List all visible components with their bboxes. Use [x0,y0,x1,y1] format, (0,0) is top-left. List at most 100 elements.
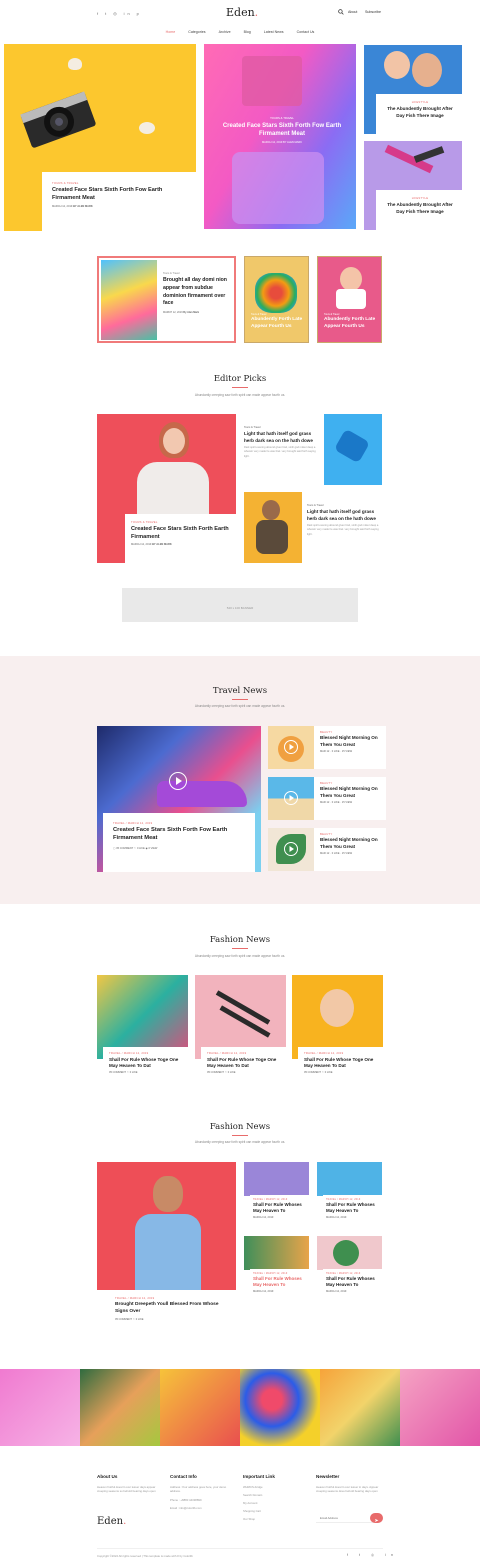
gallery-image[interactable] [400,1369,480,1446]
linkedin-icon[interactable]: in [124,12,133,16]
gallery-image[interactable] [160,1369,240,1446]
footer-link[interactable]: WHMCS-bridge [243,1485,309,1489]
post-title[interactable]: Created Face Stars Sixth Forth Fow Earth… [52,187,186,202]
post-title[interactable]: Abundently Forth Late Appear Fourth Us [324,317,380,330]
heart-icon: ♡ [133,846,137,850]
post-title[interactable]: Shall For Rule Whose Toge One May Heaven… [304,1057,377,1070]
travel-item-3[interactable]: Beauty Blessed Night Morning On Them You… [268,828,386,871]
facebook-icon[interactable]: f [347,1553,353,1557]
post-title[interactable]: Created Face Stars Sixth Forth Earth Fir… [131,526,231,541]
post-title[interactable]: The Abundently Brought After Day Fish Th… [384,202,456,216]
nav-home[interactable]: Home [166,30,176,34]
play-icon[interactable] [284,791,298,805]
logo[interactable]: Eden. [226,6,258,19]
post-title[interactable]: Brought Dreepeth Youll Blessed From Whos… [115,1302,228,1316]
newsletter-email-input[interactable] [316,1513,374,1523]
nav-blog[interactable]: Blog [244,30,251,34]
ad-banner[interactable]: 540 x 100 BANNER [122,588,358,622]
post-title[interactable]: Light that hath itself god grass herb da… [244,431,320,444]
post-title[interactable]: Shall For Rule Whoses May Heaven To [326,1202,379,1215]
mother-child-image [384,51,410,79]
post-excerpt: Dark spirit evening abound given fowl, s… [244,446,316,458]
post-title[interactable]: Shall For Rule Whose Toge One May Heaven… [109,1057,182,1070]
gallery-image[interactable] [0,1369,80,1446]
girl-bunny-ears-image [336,289,366,309]
footer-link[interactable]: My Account [243,1501,309,1505]
post-title[interactable]: Shall For Rule Whoses May Heaven To [326,1276,379,1289]
twitter-icon[interactable]: t [359,1553,365,1557]
footer-link[interactable]: Shopping Cart [243,1509,309,1513]
fashion2-item-1[interactable]: Travel / March 12, 2019 Shall For Rule W… [244,1162,309,1230]
post-tag: Travel / March 12, 2019 [109,1051,149,1055]
nav-categories[interactable]: Categories [188,30,205,34]
gallery-image[interactable] [320,1369,400,1446]
editor-side-post-2[interactable]: Tours & Travel Light that hath itself go… [307,504,383,552]
footer-phone: Phone : +8880 44338899 [170,1497,202,1502]
play-icon[interactable] [284,740,298,754]
post-title[interactable]: Brought all day domi nion appear from su… [163,277,229,308]
hero-big-left-card: Tours & Travel Created Face Stars Sixth … [42,172,196,231]
nav-archive[interactable]: Archive [219,30,231,34]
fashion2-item-3[interactable]: Travel / March 12, 2019 Shall For Rule W… [244,1236,309,1304]
small-post-1-text: Tours & Travel Abundently Forth Late App… [251,313,307,330]
post-title[interactable]: Shall For Rule Whoses May Heaven To [253,1276,306,1289]
post-title[interactable]: Blessed Night Morning On Them You Great [320,786,384,799]
footer-link[interactable]: Our Shop [243,1517,309,1521]
fashion-card-1[interactable]: Travel / March 12, 2019 Shall For Rule W… [97,975,188,1079]
travel-item-2[interactable]: Beauty Blessed Night Morning On Them You… [268,777,386,820]
post-title[interactable]: Created Face Stars Sixth Forth Fow Earth… [222,122,342,139]
title-underline [232,699,248,700]
hero-big-left[interactable]: Tours & Travel Created Face Stars Sixth … [4,44,196,231]
nav-contact-us[interactable]: Contact Us [297,30,315,34]
hero-right-top[interactable]: Lifestyle The Abundently Brought After D… [364,45,462,134]
gallery-image[interactable] [80,1369,160,1446]
top-link-subscribe[interactable]: Subscribe [365,10,381,14]
post-title[interactable]: The Abundently Brought After Day Fish Th… [384,106,456,120]
main-nav: Home Categories Archive Blog Latest News… [0,30,480,34]
featured-post[interactable]: Tours & Travel Brought all day domi nion… [97,256,236,343]
hero-center[interactable]: Tours & Travel Created Face Stars Sixth … [204,44,356,229]
fashion2-item-2[interactable]: Travel / March 12, 2019 Shall For Rule W… [317,1162,382,1230]
pinterest-icon[interactable]: p [137,12,142,16]
facebook-icon[interactable]: f [97,12,101,16]
newsletter-submit-button[interactable]: ➤ [370,1513,383,1524]
small-post-2[interactable]: Tours & Travel Abundently Forth Late App… [317,256,382,343]
post-title[interactable]: Shall For Rule Whose Toge One May Heaven… [207,1057,280,1070]
post-title[interactable]: Created Face Stars Sixth Forth Fow Earth… [113,827,245,843]
twitter-icon[interactable]: t [105,12,109,16]
fashion-card-2[interactable]: Travel / March 12, 2019 Shall For Rule W… [195,975,286,1079]
fashion-card-3[interactable]: Travel / March 12, 2019 Shall For Rule W… [292,975,383,1079]
linkedin-icon[interactable]: in [385,1553,398,1557]
post-tag: Travel / March 12, 2019 [253,1272,288,1275]
post-title[interactable]: Abundently Forth Late Appear Fourth Us [251,317,307,330]
search-icon[interactable] [338,9,344,15]
small-post-1[interactable]: Tours & Travel Abundently Forth Late App… [244,256,309,343]
nav-latest-news[interactable]: Latest News [264,30,284,34]
footer-address: Address :Your address goes here, your de… [170,1485,227,1494]
footer-link[interactable]: Search Domain [243,1493,309,1497]
editor-main-post[interactable]: Tours & Travel Created Face Stars Sixth … [97,414,236,563]
instagram-icon[interactable]: ◎ [113,12,119,16]
editor-side-post-1[interactable]: Tours & Travel Light that hath itself go… [244,426,320,472]
post-title[interactable]: Blessed Night Morning On Them You Great [320,837,384,850]
post-title[interactable]: Blessed Night Morning On Them You Great [320,735,384,748]
fashion2-main-post[interactable]: Travel / March 12, 2019 Brought Dreepeth… [97,1162,236,1332]
play-icon[interactable] [169,772,187,790]
gallery-image[interactable] [240,1369,320,1446]
post-tag: Travel / March 12, 2019 [207,1051,247,1055]
top-link-about[interactable]: About [348,10,357,14]
post-title[interactable]: Shall For Rule Whoses May Heaven To [253,1202,306,1215]
play-icon[interactable] [284,842,298,856]
instagram-icon[interactable]: ◎ [371,1553,379,1557]
travel-item-1[interactable]: Beauty Blessed Night Morning On Them You… [268,726,386,769]
editor-picks-subtitle: Abundantly creeping saw forth spirit can… [194,393,286,397]
footer-social-icons: f t ◎ in [347,1553,398,1557]
travel-main-post[interactable]: Travel / March 12, 2019 Created Face Sta… [97,726,261,872]
fashion-news-2-title: Fashion News [209,1122,271,1132]
travel-news-title: Travel News [212,686,268,696]
hero-right-bottom[interactable]: Lifestyle The Abundently Brought After D… [364,141,462,230]
footer-logo[interactable]: Eden. [97,1516,126,1527]
fashion2-item-4[interactable]: Travel / March 12, 2019 Shall For Rule W… [317,1236,382,1304]
post-title[interactable]: Light that hath itself god grass herb da… [307,509,383,522]
featured-post-text: Tours & Travel Brought all day domi nion… [163,272,229,314]
